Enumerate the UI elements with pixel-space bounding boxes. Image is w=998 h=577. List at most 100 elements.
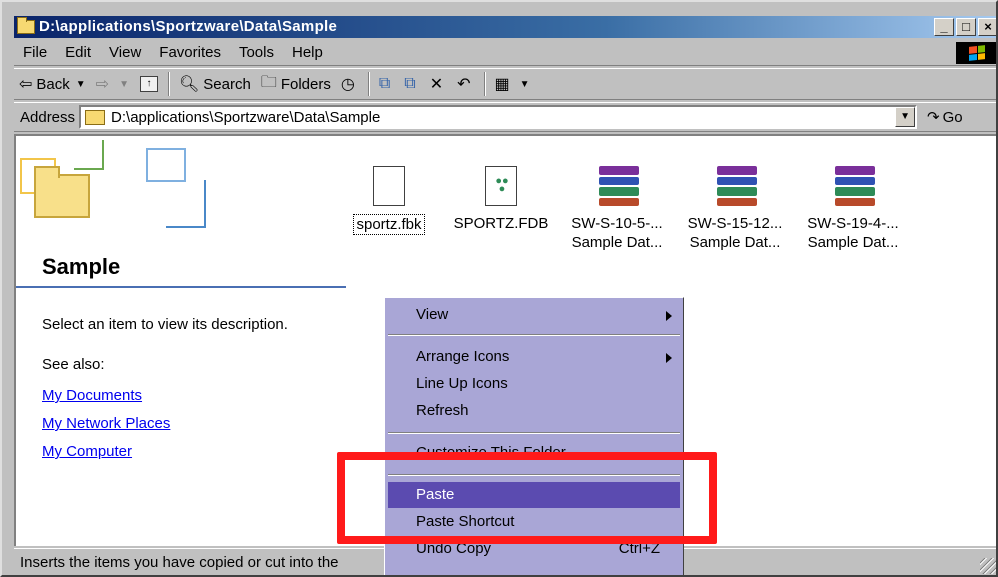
title-bar[interactable]: D:\applications\Sportzware\Data\Sample _… <box>14 16 996 38</box>
menu-item-shortcut: Ctrl+Z <box>618 540 660 557</box>
see-also-label: See also: <box>42 356 105 373</box>
menu-separator <box>388 474 680 476</box>
file-name: SW-S-15-12... <box>687 215 783 232</box>
context-menu: View Arrange Icons Line Up Icons Refresh… <box>384 297 684 575</box>
folder-title: Sample <box>42 254 121 279</box>
menu-help[interactable]: Help <box>283 41 332 65</box>
file-name: SW-S-19-4-... <box>807 215 899 232</box>
menu-item-label: Arrange Icons <box>416 348 510 365</box>
menu-item-line-up-icons[interactable]: Line Up Icons <box>388 371 680 397</box>
menu-item-label: Paste Shortcut <box>416 513 515 530</box>
history-icon: ◷ <box>340 76 355 93</box>
views-icon: ▦ <box>494 76 510 93</box>
menu-item-undo-copy[interactable]: Undo Copy Ctrl+Z <box>388 536 680 562</box>
close-button[interactable]: × <box>978 18 996 36</box>
delete-button[interactable]: ✕ <box>425 70 452 98</box>
chevron-down-icon[interactable]: ▼ <box>520 79 530 90</box>
file-list: sportz.fbk ●● ● SPORTZ.FDB SW-S-10-5-... … <box>334 166 994 276</box>
menu-file[interactable]: File <box>14 41 56 65</box>
file-type: Sample Dat... <box>807 234 899 251</box>
database-file-icon: ●● ● <box>483 166 519 206</box>
menu-separator <box>388 334 680 336</box>
menu-item-label: View <box>416 306 449 323</box>
menu-item-label: Refresh <box>416 402 469 419</box>
file-name: sportz.fbk <box>353 214 425 235</box>
link-my-documents[interactable]: My Documents <box>42 382 170 410</box>
chevron-down-icon[interactable]: ▼ <box>76 79 86 90</box>
windows-file-icon <box>371 166 407 206</box>
go-button[interactable]: ↷ Go <box>927 108 963 127</box>
menu-tools[interactable]: Tools <box>230 41 283 65</box>
explorer-window: D:\applications\Sportzware\Data\Sample _… <box>0 0 998 577</box>
menu-item-label: Paste <box>416 486 455 503</box>
file-name: SPORTZ.FDB <box>453 215 549 232</box>
folders-label: Folders <box>280 75 331 93</box>
menu-view[interactable]: View <box>100 41 150 65</box>
file-item[interactable]: sportz.fbk <box>334 166 444 235</box>
file-item[interactable]: SW-S-10-5-... Sample Dat... <box>562 166 672 252</box>
folder-header: Sample <box>16 136 346 288</box>
menu-item-paste-shortcut[interactable]: Paste Shortcut <box>388 509 680 535</box>
folders-button[interactable]: 🗀 Folders <box>256 70 336 98</box>
go-arrow-icon: ↷ <box>927 109 940 126</box>
maximize-button[interactable]: □ <box>956 18 976 36</box>
forward-button[interactable]: ⇨ ▼ <box>91 70 134 98</box>
file-item[interactable]: SW-S-19-4-... Sample Dat... <box>798 166 908 252</box>
menu-favorites[interactable]: Favorites <box>150 41 230 65</box>
back-button[interactable]: ⇦ Back ▼ <box>14 70 91 98</box>
history-button[interactable]: ◷ <box>336 70 364 98</box>
file-item[interactable]: ●● ● SPORTZ.FDB <box>446 166 556 233</box>
resize-grip-icon[interactable] <box>980 558 996 574</box>
file-type: Sample Dat... <box>689 234 781 251</box>
forward-arrow-icon: ⇨ <box>95 76 110 93</box>
description-text: Select an item to view its description. <box>42 316 288 333</box>
address-bar: Address D:\applications\Sportzware\Data\… <box>14 102 996 132</box>
file-name: SW-S-10-5-... <box>571 215 663 232</box>
file-item[interactable]: SW-S-15-12... Sample Dat... <box>680 166 790 252</box>
menu-item-label: Undo Copy <box>416 540 492 557</box>
link-my-network-places[interactable]: My Network Places <box>42 410 170 438</box>
menu-item-paste[interactable]: Paste <box>388 482 680 508</box>
up-folder-icon[interactable]: ↑ <box>139 76 158 92</box>
standard-toolbar: ⇦ Back ▼ ⇨ ▼ ↑ 🔍︎ Search 🗀 Folders ◷ ⧉ ⧉… <box>14 68 996 100</box>
menu-item-refresh[interactable]: Refresh <box>388 398 680 424</box>
rar-archive-icon <box>835 166 875 206</box>
delete-icon: ✕ <box>429 76 444 93</box>
undo-button[interactable]: ↶ <box>452 70 479 98</box>
link-my-computer[interactable]: My Computer <box>42 438 170 466</box>
rar-archive-icon <box>717 166 757 206</box>
rar-archive-icon <box>599 166 639 206</box>
toolbar-separator <box>483 72 486 96</box>
go-label: Go <box>942 108 963 126</box>
copy-to-icon: ⧉ <box>404 75 416 92</box>
chevron-down-icon[interactable]: ▼ <box>119 79 129 90</box>
menu-item-arrange-icons[interactable]: Arrange Icons <box>388 344 680 370</box>
search-button[interactable]: 🔍︎ Search <box>174 70 256 98</box>
address-dropdown-button[interactable]: ▼ <box>895 107 916 127</box>
decorative-square <box>74 140 104 170</box>
address-label: Address <box>20 108 76 126</box>
folders-icon: 🗀 <box>260 73 277 91</box>
menu-edit[interactable]: Edit <box>56 41 100 65</box>
search-icon: 🔍︎ <box>178 76 200 93</box>
address-input[interactable]: D:\applications\Sportzware\Data\Sample ▼ <box>79 105 918 129</box>
menu-item-view[interactable]: View <box>388 302 680 328</box>
back-label: Back <box>36 75 70 93</box>
minimize-button[interactable]: _ <box>934 18 954 36</box>
menu-item-label: Line Up Icons <box>416 375 508 392</box>
toolbar-separator <box>367 72 370 96</box>
back-arrow-icon: ⇦ <box>19 76 33 93</box>
undo-icon: ↶ <box>457 76 471 93</box>
windows-logo-icon <box>956 42 996 64</box>
see-also-links: My Documents My Network Places My Comput… <box>42 382 170 466</box>
copy-to-button[interactable]: ⧉ <box>399 70 424 98</box>
views-button[interactable]: ▦ ▼ <box>490 70 535 98</box>
address-value: D:\applications\Sportzware\Data\Sample <box>111 108 381 126</box>
menu-bar: File Edit View Favorites Tools Help <box>14 40 996 66</box>
folder-icon <box>17 17 35 34</box>
menu-item-customize-folder[interactable]: Customize This Folder... <box>388 440 680 466</box>
search-label: Search <box>203 75 251 93</box>
decorative-square <box>146 148 186 182</box>
move-to-button[interactable]: ⧉ <box>374 70 399 98</box>
folder-icon <box>85 109 106 125</box>
